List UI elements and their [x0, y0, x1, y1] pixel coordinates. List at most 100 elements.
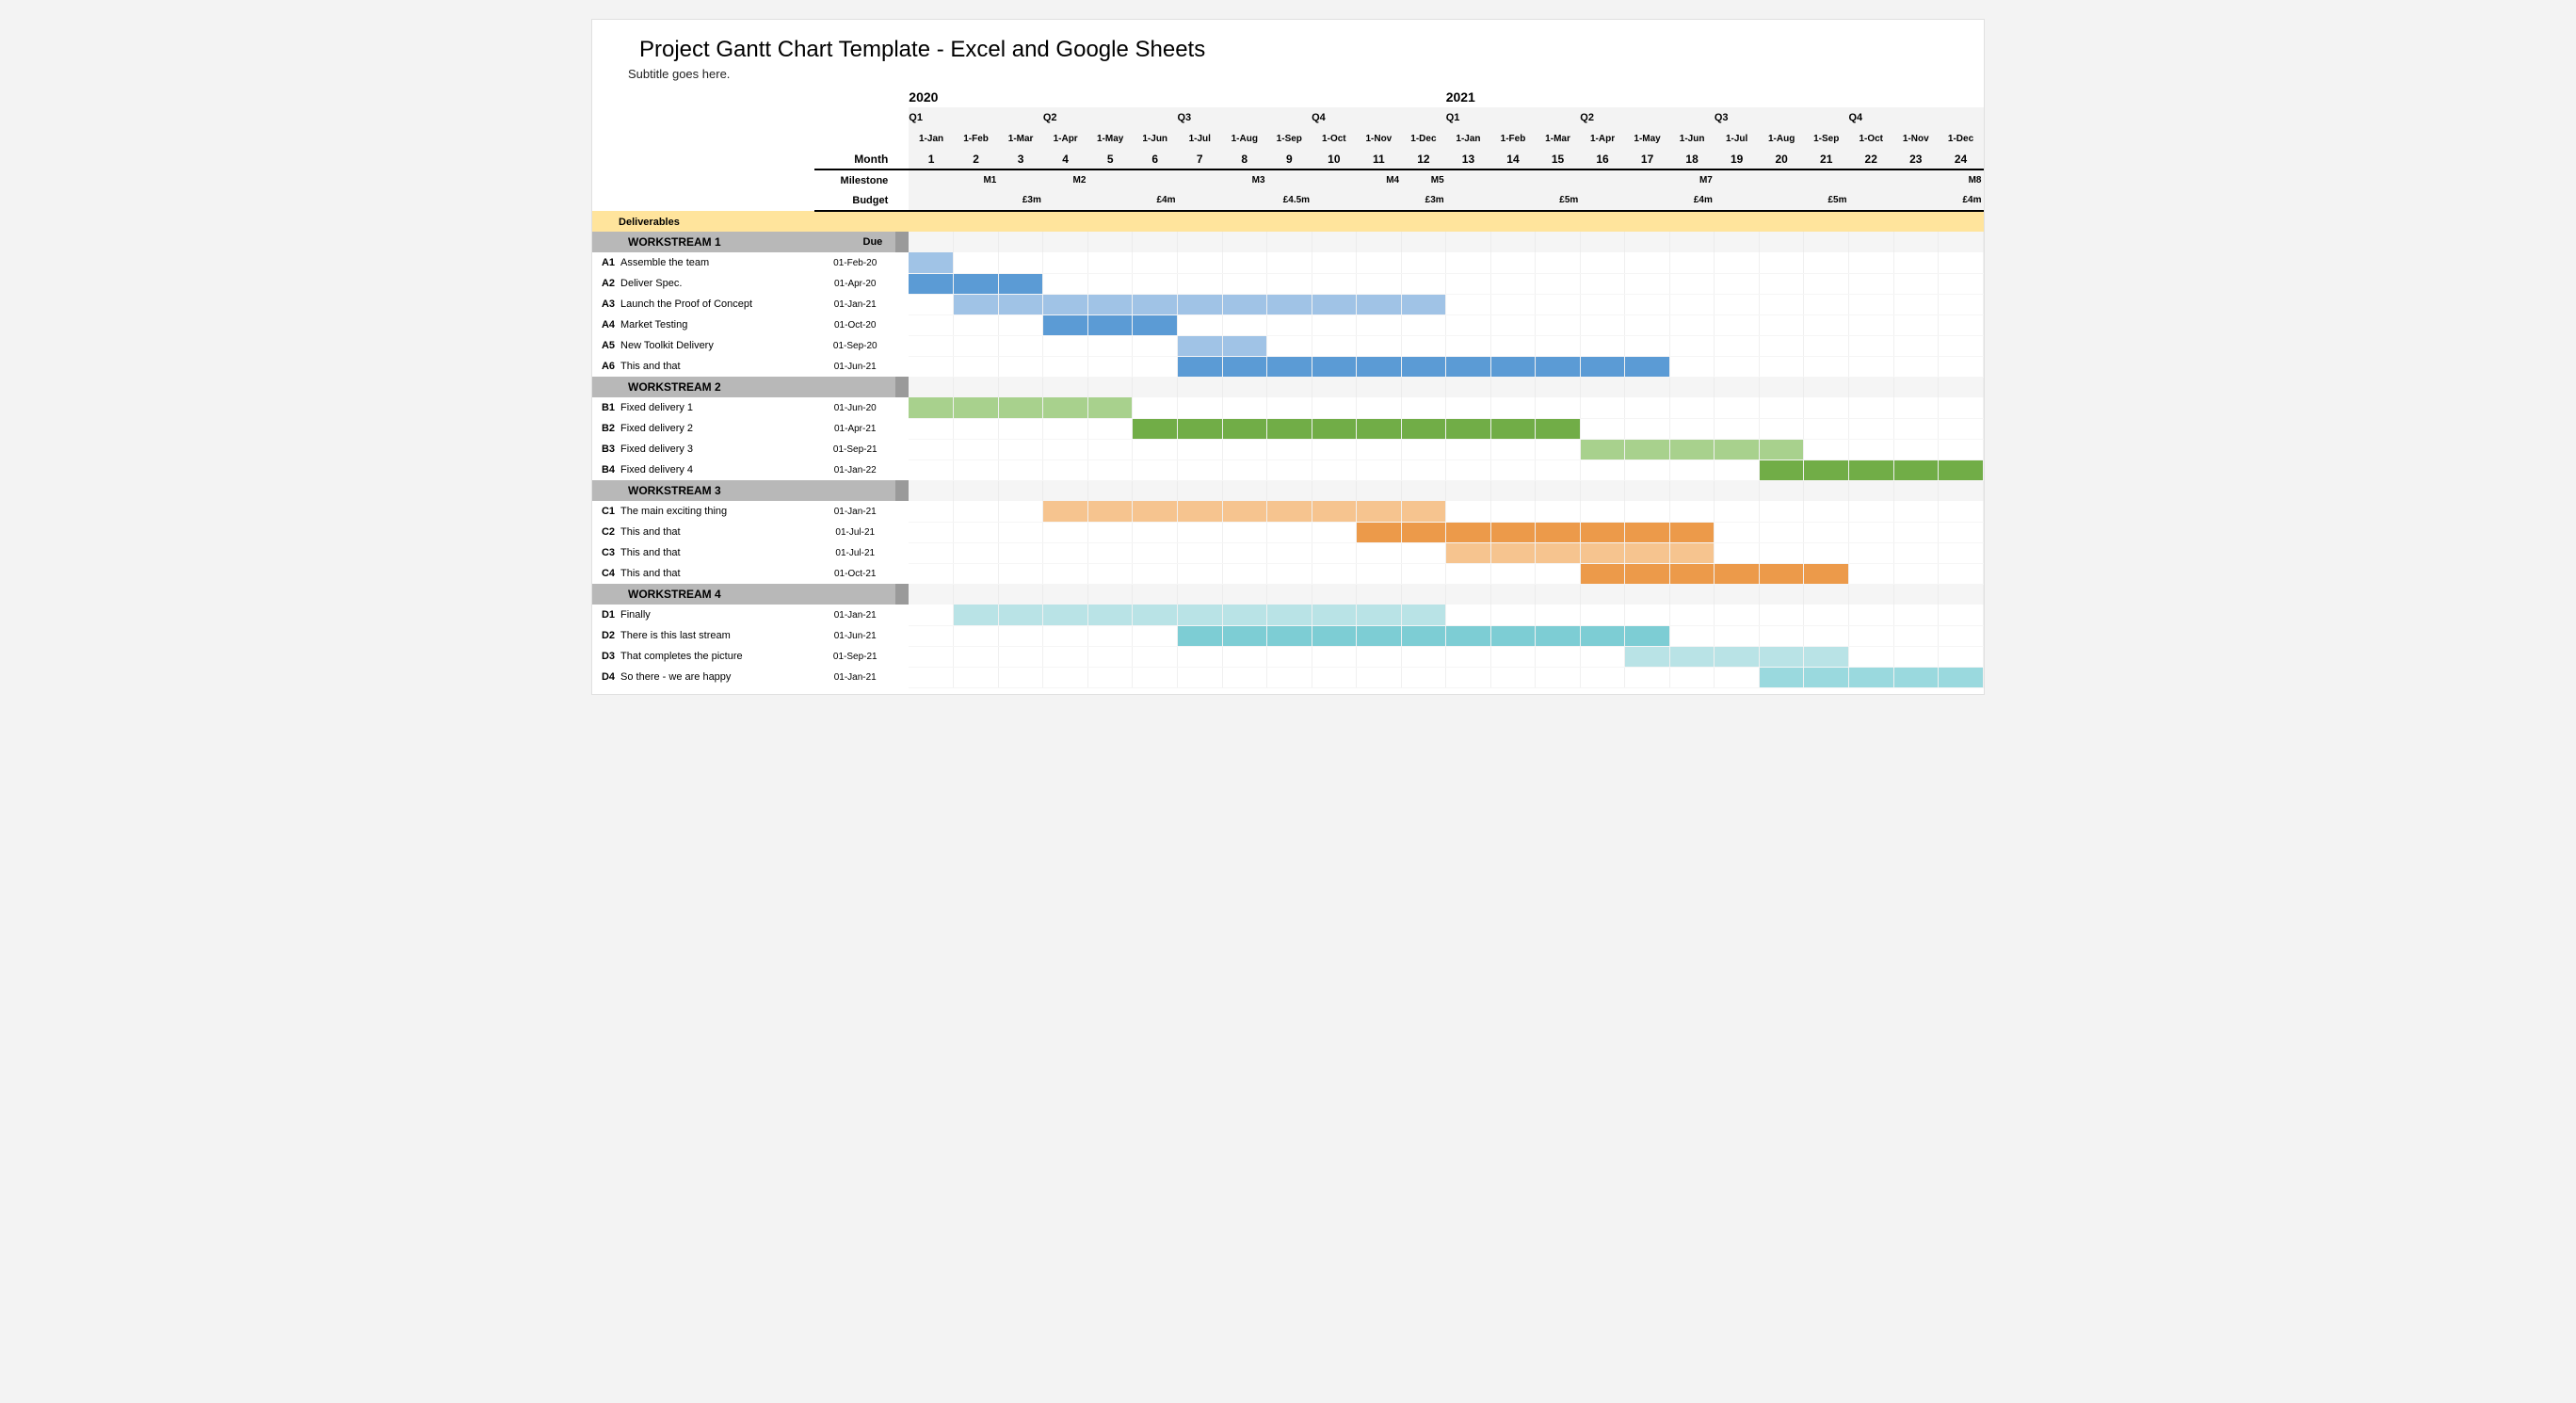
gantt-cell[interactable]: [1401, 501, 1446, 522]
gantt-cell[interactable]: [1490, 418, 1536, 439]
gantt-cell[interactable]: [1267, 294, 1312, 314]
gantt-cell[interactable]: [1446, 294, 1491, 314]
gantt-cell[interactable]: [1087, 356, 1133, 377]
ws-cell[interactable]: [998, 480, 1043, 501]
gantt-cell[interactable]: [1939, 314, 1984, 335]
gantt-cell[interactable]: [1625, 542, 1670, 563]
ws-cell[interactable]: [1759, 232, 1804, 252]
gantt-cell[interactable]: [1893, 418, 1939, 439]
ws-cell[interactable]: [1043, 377, 1088, 397]
gantt-cell[interactable]: [1759, 294, 1804, 314]
gantt-cell[interactable]: [1715, 501, 1760, 522]
gantt-cell[interactable]: [1357, 252, 1402, 273]
ws-cell[interactable]: [1177, 232, 1222, 252]
gantt-cell[interactable]: [1087, 563, 1133, 584]
row-handle[interactable]: [895, 397, 909, 418]
gantt-cell[interactable]: [1536, 460, 1581, 480]
gantt-cell[interactable]: [998, 356, 1043, 377]
ws-cell[interactable]: [1177, 480, 1222, 501]
ws-cell[interactable]: [1715, 480, 1760, 501]
gantt-cell[interactable]: [1759, 397, 1804, 418]
gantt-cell[interactable]: [1759, 356, 1804, 377]
gantt-cell[interactable]: [1625, 522, 1670, 542]
gantt-cell[interactable]: [1536, 522, 1581, 542]
gantt-cell[interactable]: [1536, 356, 1581, 377]
gantt-cell[interactable]: [998, 252, 1043, 273]
gantt-cell[interactable]: [1043, 522, 1088, 542]
row-handle[interactable]: [895, 605, 909, 625]
gantt-cell[interactable]: [1669, 501, 1715, 522]
gantt-cell[interactable]: [1490, 605, 1536, 625]
ws-cell[interactable]: [1580, 480, 1625, 501]
gantt-cell[interactable]: [1446, 439, 1491, 460]
gantt-cell[interactable]: [1804, 625, 1849, 646]
row-handle[interactable]: [895, 335, 909, 356]
gantt-cell[interactable]: [998, 439, 1043, 460]
row-handle[interactable]: [895, 273, 909, 294]
gantt-cell[interactable]: [954, 563, 999, 584]
row-handle[interactable]: [895, 501, 909, 522]
row-handle[interactable]: [895, 625, 909, 646]
gantt-cell[interactable]: [909, 294, 954, 314]
gantt-cell[interactable]: [1446, 252, 1491, 273]
gantt-cell[interactable]: [1715, 294, 1760, 314]
row-handle[interactable]: [895, 460, 909, 480]
gantt-cell[interactable]: [1087, 273, 1133, 294]
gantt-cell[interactable]: [1222, 335, 1267, 356]
gantt-cell[interactable]: [1490, 335, 1536, 356]
gantt-cell[interactable]: [1848, 460, 1893, 480]
ws-cell[interactable]: [1669, 232, 1715, 252]
gantt-cell[interactable]: [1715, 667, 1760, 687]
gantt-cell[interactable]: [1133, 314, 1178, 335]
ws-cell[interactable]: [1267, 377, 1312, 397]
gantt-cell[interactable]: [1804, 294, 1849, 314]
gantt-cell[interactable]: [1715, 397, 1760, 418]
ws-cell[interactable]: [1804, 584, 1849, 605]
ws-cell[interactable]: [1759, 584, 1804, 605]
gantt-cell[interactable]: [1939, 397, 1984, 418]
gantt-cell[interactable]: [954, 522, 999, 542]
gantt-cell[interactable]: [1893, 252, 1939, 273]
gantt-cell[interactable]: [1401, 335, 1446, 356]
task-row-B2[interactable]: B2Fixed delivery 201-Apr-21: [592, 418, 1984, 439]
gantt-cell[interactable]: [1804, 563, 1849, 584]
collapse-handle-4[interactable]: [895, 584, 909, 605]
ws-cell[interactable]: [1893, 232, 1939, 252]
gantt-cell[interactable]: [1848, 667, 1893, 687]
gantt-cell[interactable]: [1625, 294, 1670, 314]
gantt-cell[interactable]: [1087, 460, 1133, 480]
gantt-cell[interactable]: [1043, 335, 1088, 356]
gantt-cell[interactable]: [1133, 294, 1178, 314]
gantt-cell[interactable]: [1715, 605, 1760, 625]
gantt-cell[interactable]: [1939, 501, 1984, 522]
gantt-cell[interactable]: [1715, 522, 1760, 542]
gantt-cell[interactable]: [1715, 273, 1760, 294]
gantt-cell[interactable]: [1715, 646, 1760, 667]
gantt-cell[interactable]: [954, 294, 999, 314]
gantt-cell[interactable]: [1043, 605, 1088, 625]
gantt-cell[interactable]: [1669, 605, 1715, 625]
ws-cell[interactable]: [1490, 584, 1536, 605]
gantt-cell[interactable]: [1222, 563, 1267, 584]
gantt-cell[interactable]: [1177, 252, 1222, 273]
gantt-cell[interactable]: [1625, 335, 1670, 356]
gantt-cell[interactable]: [1759, 563, 1804, 584]
row-handle[interactable]: [895, 439, 909, 460]
gantt-cell[interactable]: [1312, 542, 1357, 563]
gantt-cell[interactable]: [1177, 460, 1222, 480]
gantt-cell[interactable]: [1446, 542, 1491, 563]
gantt-cell[interactable]: [998, 314, 1043, 335]
gantt-cell[interactable]: [998, 397, 1043, 418]
gantt-cell[interactable]: [909, 252, 954, 273]
gantt-cell[interactable]: [1893, 563, 1939, 584]
gantt-cell[interactable]: [1401, 252, 1446, 273]
ws-cell[interactable]: [1759, 377, 1804, 397]
ws-cell[interactable]: [1759, 480, 1804, 501]
gantt-cell[interactable]: [1087, 397, 1133, 418]
gantt-cell[interactable]: [1848, 646, 1893, 667]
ws-cell[interactable]: [1536, 232, 1581, 252]
gantt-cell[interactable]: [1625, 460, 1670, 480]
gantt-cell[interactable]: [1580, 335, 1625, 356]
gantt-cell[interactable]: [1357, 563, 1402, 584]
ws-cell[interactable]: [1446, 232, 1491, 252]
